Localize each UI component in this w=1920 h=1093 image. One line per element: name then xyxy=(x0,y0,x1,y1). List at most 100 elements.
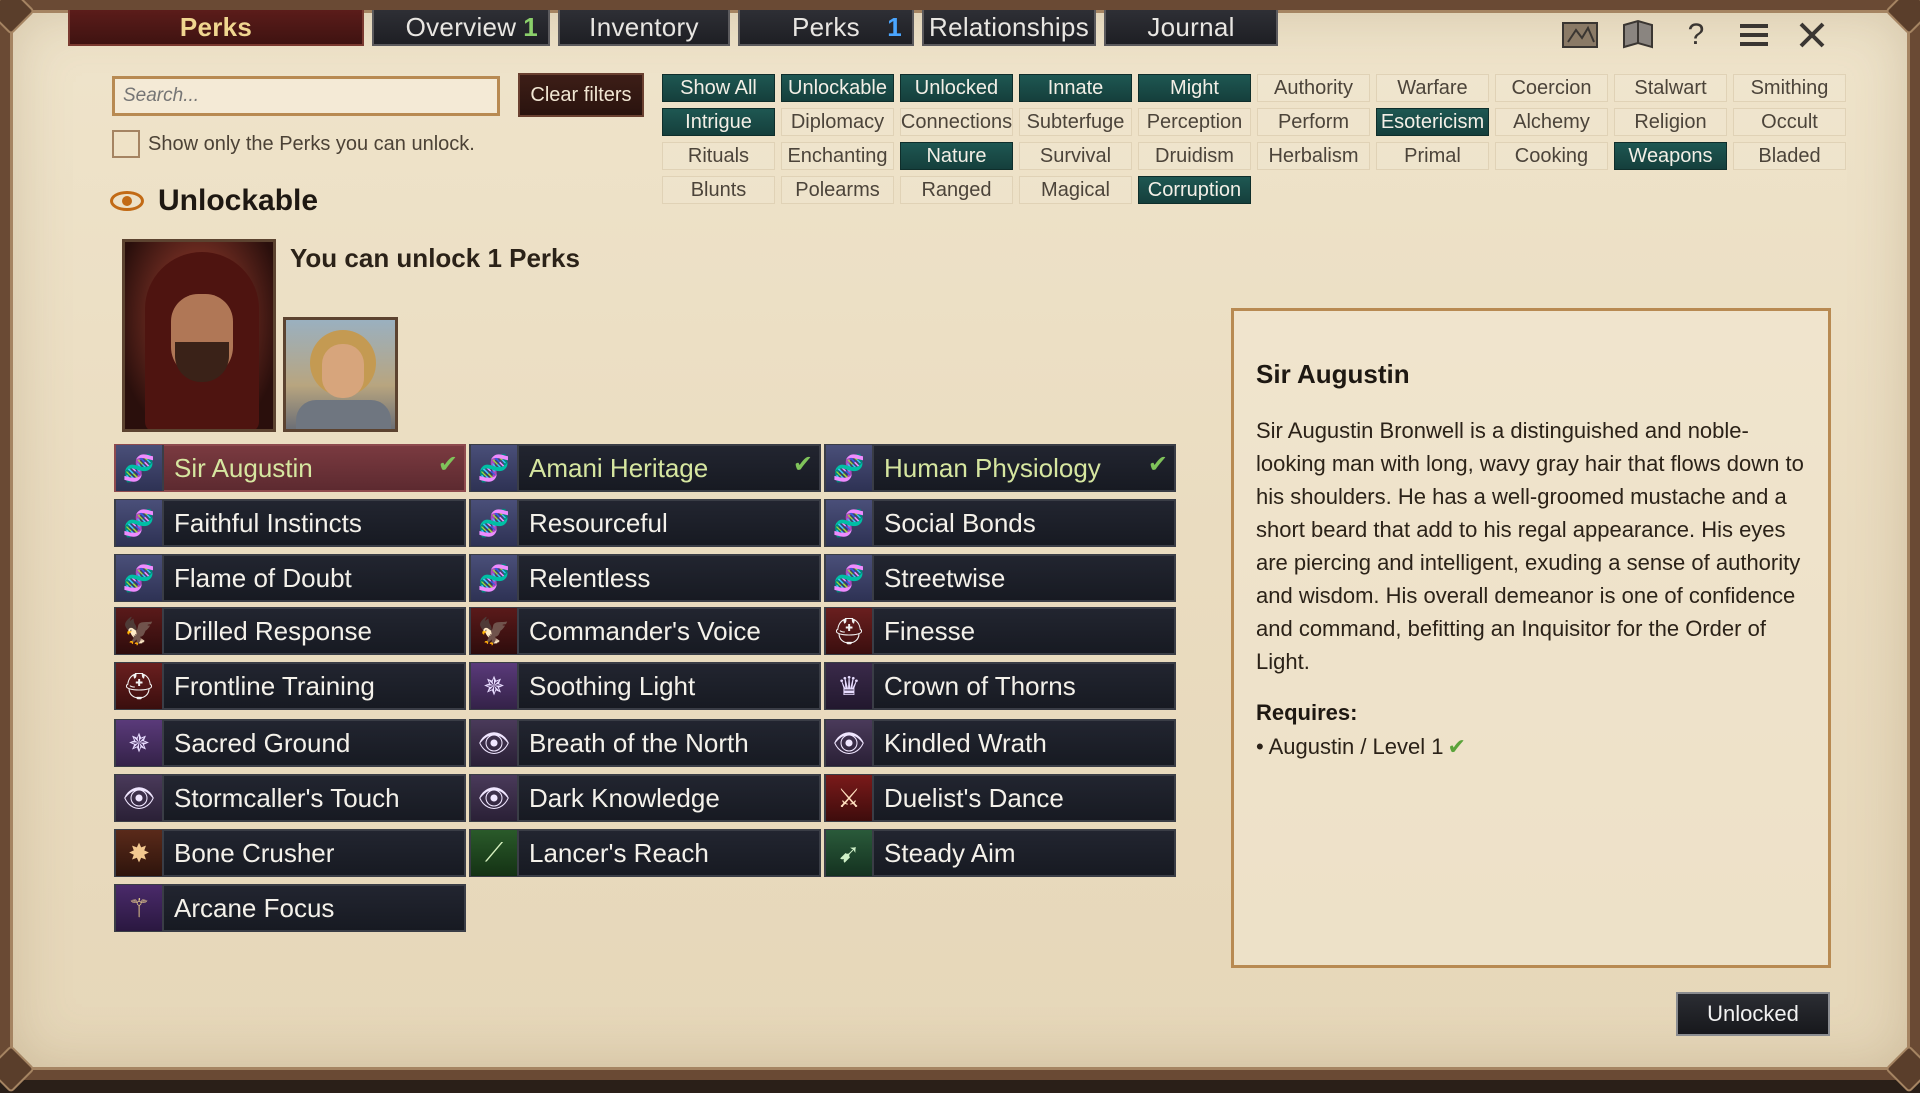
perk-item[interactable]: 🦅 Drilled Response xyxy=(114,607,466,655)
perk-detail-panel: Sir Augustin Sir Augustin Bronwell is a … xyxy=(1231,308,1831,968)
tab-label: Overview xyxy=(405,11,517,42)
tab-perks[interactable]: Perks 1 xyxy=(738,10,914,46)
unlocked-status-button[interactable]: Unlocked xyxy=(1676,992,1830,1036)
perk-item[interactable]: ✸ Bone Crusher xyxy=(114,829,466,877)
eye-icon: 👁 xyxy=(116,775,164,821)
character-portrait-main[interactable] xyxy=(122,239,276,432)
filter-chip-enchanting[interactable]: Enchanting xyxy=(781,142,894,170)
tab-inventory[interactable]: Inventory xyxy=(558,10,730,46)
help-icon[interactable]: ? xyxy=(1678,18,1714,52)
map-icon[interactable] xyxy=(1562,18,1598,52)
eye-icon xyxy=(110,191,144,211)
filter-chip-unlocked[interactable]: Unlocked xyxy=(900,74,1013,102)
filter-chip-innate[interactable]: Innate xyxy=(1019,74,1132,102)
dna-icon: 🧬 xyxy=(471,555,519,601)
helmet-icon: ⛑ xyxy=(116,663,164,709)
filter-chip-smithing[interactable]: Smithing xyxy=(1733,74,1846,102)
dna-icon: 🧬 xyxy=(826,445,874,491)
perk-item[interactable]: 🧬 Human Physiology ✔ xyxy=(824,444,1176,492)
filter-chip-nature[interactable]: Nature xyxy=(900,142,1013,170)
perk-name: Finesse xyxy=(884,615,976,646)
filter-chip-show-all[interactable]: Show All xyxy=(662,74,775,102)
filter-chip-druidism[interactable]: Druidism xyxy=(1138,142,1251,170)
perk-item[interactable]: 👁 Breath of the North xyxy=(469,719,821,767)
perk-item[interactable]: ✵ Sacred Ground xyxy=(114,719,466,767)
filter-chip-intrigue[interactable]: Intrigue xyxy=(662,108,775,136)
filter-chip-polearms[interactable]: Polearms xyxy=(781,176,894,204)
tab-overview[interactable]: Overview 1 xyxy=(372,10,550,46)
filter-chip-unlockable[interactable]: Unlockable xyxy=(781,74,894,102)
perk-item[interactable]: 🧬 Amani Heritage ✔ xyxy=(469,444,821,492)
crown-icon: ♛ xyxy=(826,663,874,709)
filter-chip-warfare[interactable]: Warfare xyxy=(1376,74,1489,102)
perk-item[interactable]: 🧬 Sir Augustin ✔ xyxy=(114,444,466,492)
perk-item[interactable]: 🦅 Commander's Voice xyxy=(469,607,821,655)
close-icon[interactable] xyxy=(1794,18,1830,52)
filter-chip-ranged[interactable]: Ranged xyxy=(900,176,1013,204)
filter-chip-corruption[interactable]: Corruption xyxy=(1138,176,1251,204)
dna-icon: 🧬 xyxy=(826,500,874,546)
perk-item[interactable]: 👁 Stormcaller's Touch xyxy=(114,774,466,822)
tab-badge: 1 xyxy=(887,11,902,42)
perk-item[interactable]: 🧬 Streetwise xyxy=(824,554,1176,602)
perk-item[interactable]: 👁 Kindled Wrath xyxy=(824,719,1176,767)
filter-chip-magical[interactable]: Magical xyxy=(1019,176,1132,204)
requirement-item: • Augustin / Level 1 ✔ xyxy=(1256,734,1466,759)
perk-item[interactable]: ⛑ Frontline Training xyxy=(114,662,466,710)
filter-chip-herbalism[interactable]: Herbalism xyxy=(1257,142,1370,170)
perk-item[interactable]: ⚔ Duelist's Dance xyxy=(824,774,1176,822)
perk-item[interactable]: 🧬 Flame of Doubt xyxy=(114,554,466,602)
filter-chip-perception[interactable]: Perception xyxy=(1138,108,1251,136)
perk-name: Sir Augustin xyxy=(174,452,313,483)
character-portrait-secondary[interactable] xyxy=(283,317,398,432)
search-input[interactable] xyxy=(112,76,500,116)
filter-chip-subterfuge[interactable]: Subterfuge xyxy=(1019,108,1132,136)
perk-item[interactable]: 🧬 Social Bonds xyxy=(824,499,1176,547)
filter-chip-cooking[interactable]: Cooking xyxy=(1495,142,1608,170)
dna-icon: 🧬 xyxy=(826,555,874,601)
filter-chip-primal[interactable]: Primal xyxy=(1376,142,1489,170)
perk-item[interactable]: 🧬 Resourceful xyxy=(469,499,821,547)
filter-chip-perform[interactable]: Perform xyxy=(1257,108,1370,136)
perk-item[interactable]: ⚚ Arcane Focus xyxy=(114,884,466,932)
filter-chip-survival[interactable]: Survival xyxy=(1019,142,1132,170)
filter-chip-bladed[interactable]: Bladed xyxy=(1733,142,1846,170)
section-title: Unlockable xyxy=(158,184,319,217)
filter-chip-coercion[interactable]: Coercion xyxy=(1495,74,1608,102)
filter-chip-esotericism[interactable]: Esotericism xyxy=(1376,108,1489,136)
perk-item[interactable]: ♛ Crown of Thorns xyxy=(824,662,1176,710)
filter-chip-religion[interactable]: Religion xyxy=(1614,108,1727,136)
checkbox-box[interactable] xyxy=(112,130,140,158)
perk-item[interactable]: ⛑ Finesse xyxy=(824,607,1176,655)
perk-item[interactable]: ⟋ Lancer's Reach xyxy=(469,829,821,877)
perk-item[interactable]: 🧬 Faithful Instincts xyxy=(114,499,466,547)
filter-chip-alchemy[interactable]: Alchemy xyxy=(1495,108,1608,136)
show-unlockable-checkbox[interactable]: Show only the Perks you can unlock. xyxy=(112,130,475,158)
perk-name: Lancer's Reach xyxy=(529,837,709,868)
filter-chip-connections[interactable]: Connections xyxy=(900,108,1013,136)
filter-chip-authority[interactable]: Authority xyxy=(1257,74,1370,102)
filter-chip-occult[interactable]: Occult xyxy=(1733,108,1846,136)
dna-icon: 🧬 xyxy=(116,555,164,601)
dna-icon: 🧬 xyxy=(471,445,519,491)
codex-icon[interactable] xyxy=(1620,18,1656,52)
tab-journal[interactable]: Journal xyxy=(1104,10,1278,46)
filter-chip-weapons[interactable]: Weapons xyxy=(1614,142,1727,170)
perk-name: Sacred Ground xyxy=(174,727,351,758)
filter-chip-stalwart[interactable]: Stalwart xyxy=(1614,74,1727,102)
tab-label: Journal xyxy=(1147,11,1235,42)
perk-item[interactable]: ➹ Steady Aim xyxy=(824,829,1176,877)
filter-chip-diplomacy[interactable]: Diplomacy xyxy=(781,108,894,136)
staff-icon: ⚚ xyxy=(116,885,164,931)
perk-name: Crown of Thorns xyxy=(884,670,1076,701)
clear-filters-button[interactable]: Clear filters xyxy=(518,73,644,117)
tab-relationships[interactable]: Relationships xyxy=(922,10,1096,46)
detail-description: Sir Augustin Bronwell is a distinguished… xyxy=(1256,418,1804,674)
perk-item[interactable]: 🧬 Relentless xyxy=(469,554,821,602)
perk-item[interactable]: 👁 Dark Knowledge xyxy=(469,774,821,822)
filter-chip-rituals[interactable]: Rituals xyxy=(662,142,775,170)
filter-chip-might[interactable]: Might xyxy=(1138,74,1251,102)
filter-chip-blunts[interactable]: Blunts xyxy=(662,176,775,204)
menu-icon[interactable] xyxy=(1736,18,1772,52)
perk-item[interactable]: ✵ Soothing Light xyxy=(469,662,821,710)
